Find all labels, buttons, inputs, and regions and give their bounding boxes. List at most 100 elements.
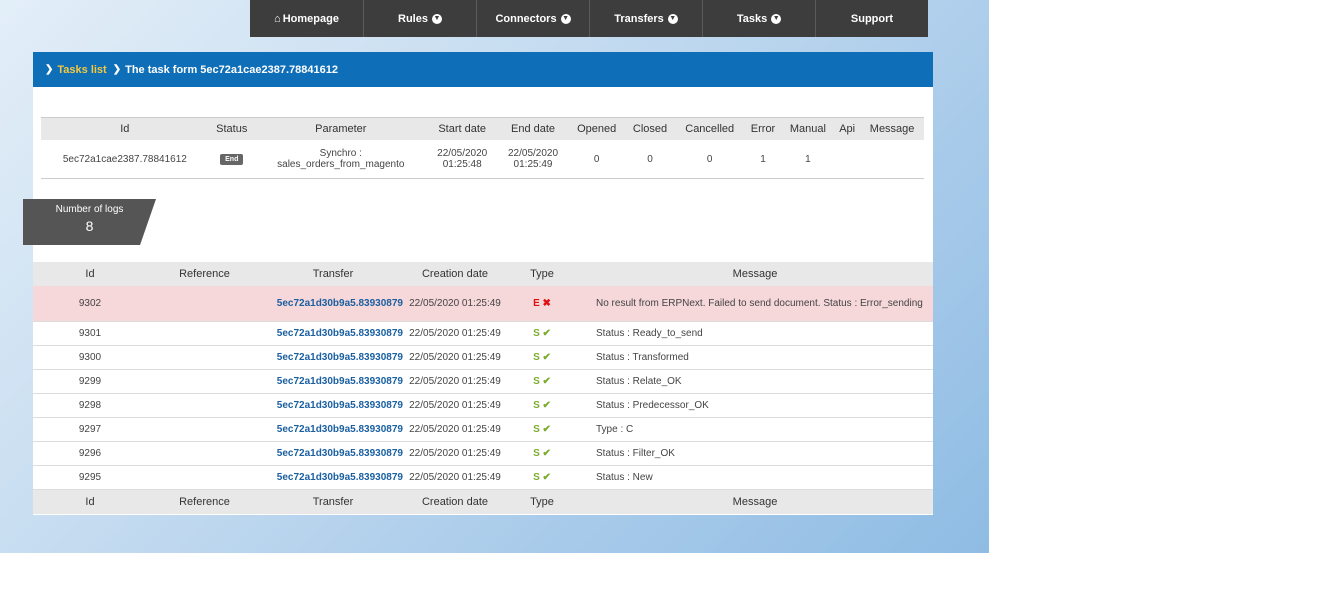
log-id: 9297: [33, 417, 147, 442]
col-end-date: End date: [497, 117, 569, 140]
col-cancelled: Cancelled: [675, 117, 745, 140]
task-panel: Id Status Parameter Start date End date …: [33, 87, 933, 515]
chevron-down-icon: ▼: [431, 13, 442, 24]
log-transfer-link[interactable]: 5ec72a1d30b9a5.83930879: [262, 465, 404, 490]
log-row: 9297 5ec72a1d30b9a5.83930879 22/05/2020 …: [33, 417, 933, 442]
logs-count-label: Number of logs: [55, 204, 124, 215]
task-api: [834, 140, 861, 179]
task-start-date: 22/05/2020 01:25:48: [426, 140, 498, 179]
task-opened: 0: [568, 140, 625, 179]
log-type-letter: S: [533, 376, 540, 387]
log-col-transfer: Transfer: [262, 262, 404, 286]
log-type: S ✔: [506, 441, 578, 466]
col-api: Api: [834, 117, 861, 140]
status-badge: End: [220, 154, 244, 165]
log-row: 9301 5ec72a1d30b9a5.83930879 22/05/2020 …: [33, 321, 933, 346]
nav-tasks[interactable]: Tasks ▼: [702, 0, 815, 37]
log-transfer-link[interactable]: 5ec72a1d30b9a5.83930879: [262, 417, 404, 442]
log-id: 9302: [33, 286, 147, 322]
log-type-letter: E: [533, 298, 540, 309]
chevron-down-icon: ▼: [667, 13, 678, 24]
log-transfer-link[interactable]: 5ec72a1d30b9a5.83930879: [262, 345, 404, 370]
check-icon: ✔: [542, 352, 551, 363]
log-message: Status : Transformed: [578, 345, 933, 370]
task-parameter-line1: Synchro :: [319, 148, 362, 159]
task-end-day: 22/05/2020: [507, 148, 559, 159]
log-foot-reference: Reference: [147, 489, 262, 514]
col-start-date: Start date: [426, 117, 498, 140]
log-reference: [147, 465, 262, 490]
nav-transfers[interactable]: Transfers ▼: [589, 0, 702, 37]
task-closed: 0: [624, 140, 676, 179]
chevron-down-icon: ▼: [771, 13, 782, 24]
nav-homepage[interactable]: ⌂ Homepage: [250, 0, 363, 37]
task-summary-table: Id Status Parameter Start date End date …: [41, 117, 924, 179]
task-message: [860, 140, 924, 179]
log-date: 22/05/2020 01:25:49: [404, 393, 506, 418]
log-message: Type : C: [578, 417, 933, 442]
log-id: 9295: [33, 465, 147, 490]
log-message: Status : Predecessor_OK: [578, 393, 933, 418]
log-message: Status : Ready_to_send: [578, 321, 933, 346]
log-col-id: Id: [33, 262, 147, 286]
log-type: S ✔: [506, 393, 578, 418]
log-type: S ✔: [506, 369, 578, 394]
logs-table: Id Reference Transfer Creation date Type…: [33, 262, 933, 514]
task-row: 5ec72a1cae2387.78841612 End Synchro : sal…: [41, 140, 924, 179]
log-message: No result from ERPNext. Failed to send d…: [578, 286, 933, 322]
log-row: 9300 5ec72a1d30b9a5.83930879 22/05/2020 …: [33, 345, 933, 370]
log-date: 22/05/2020 01:25:49: [404, 286, 506, 322]
log-type-letter: S: [533, 424, 540, 435]
log-col-message: Message: [578, 262, 933, 286]
log-id: 9301: [33, 321, 147, 346]
cross-icon: ✖: [542, 298, 551, 309]
log-col-creation-date: Creation date: [404, 262, 506, 286]
log-reference: [147, 369, 262, 394]
log-transfer-link[interactable]: 5ec72a1d30b9a5.83930879: [262, 321, 404, 346]
log-date: 22/05/2020 01:25:49: [404, 417, 506, 442]
log-transfer-link[interactable]: 5ec72a1d30b9a5.83930879: [262, 393, 404, 418]
log-reference: [147, 417, 262, 442]
home-icon: ⌂: [274, 12, 281, 25]
log-reference: [147, 441, 262, 466]
log-foot-creation-date: Creation date: [404, 489, 506, 514]
log-type: E ✖: [506, 286, 578, 322]
nav-tasks-label: Tasks: [736, 12, 768, 25]
log-date: 22/05/2020 01:25:49: [404, 465, 506, 490]
task-status-cell: End: [208, 140, 255, 179]
log-message: Status : Filter_OK: [578, 441, 933, 466]
col-closed: Closed: [624, 117, 676, 140]
nav-support-label: Support: [850, 12, 894, 25]
nav-support[interactable]: Support: [815, 0, 928, 37]
log-transfer-link[interactable]: 5ec72a1d30b9a5.83930879: [262, 369, 404, 394]
log-row: 9302 5ec72a1d30b9a5.83930879 22/05/2020 …: [33, 286, 933, 322]
logs-count-value: 8: [85, 218, 94, 234]
log-foot-type: Type: [506, 489, 578, 514]
log-type-letter: S: [533, 472, 540, 483]
logs-count-ribbon: Number of logs 8: [23, 199, 156, 245]
chevron-right-icon: ❯: [112, 64, 122, 75]
task-cancelled: 0: [675, 140, 745, 179]
log-id: 9298: [33, 393, 147, 418]
log-date: 22/05/2020 01:25:49: [404, 441, 506, 466]
log-date: 22/05/2020 01:25:49: [404, 321, 506, 346]
task-start-time: 01:25:48: [442, 159, 482, 170]
col-manual: Manual: [781, 117, 835, 140]
log-type-letter: S: [533, 400, 540, 411]
col-error: Error: [744, 117, 782, 140]
breadcrumb-tasks-list-link[interactable]: Tasks list: [57, 64, 106, 76]
log-reference: [147, 393, 262, 418]
nav-rules[interactable]: Rules ▼: [363, 0, 476, 37]
nav-connectors[interactable]: Connectors ▼: [476, 0, 589, 37]
log-foot-transfer: Transfer: [262, 489, 404, 514]
task-error: 1: [744, 140, 782, 179]
log-transfer-link[interactable]: 5ec72a1d30b9a5.83930879: [262, 286, 404, 322]
task-manual: 1: [781, 140, 835, 179]
log-type-letter: S: [533, 448, 540, 459]
top-nav: ⌂ Homepage Rules ▼ Connectors ▼ Transfer…: [250, 0, 928, 37]
nav-homepage-label: Homepage: [282, 12, 339, 25]
log-id: 9296: [33, 441, 147, 466]
log-transfer-link[interactable]: 5ec72a1d30b9a5.83930879: [262, 441, 404, 466]
task-end-time: 01:25:49: [513, 159, 553, 170]
col-opened: Opened: [568, 117, 625, 140]
